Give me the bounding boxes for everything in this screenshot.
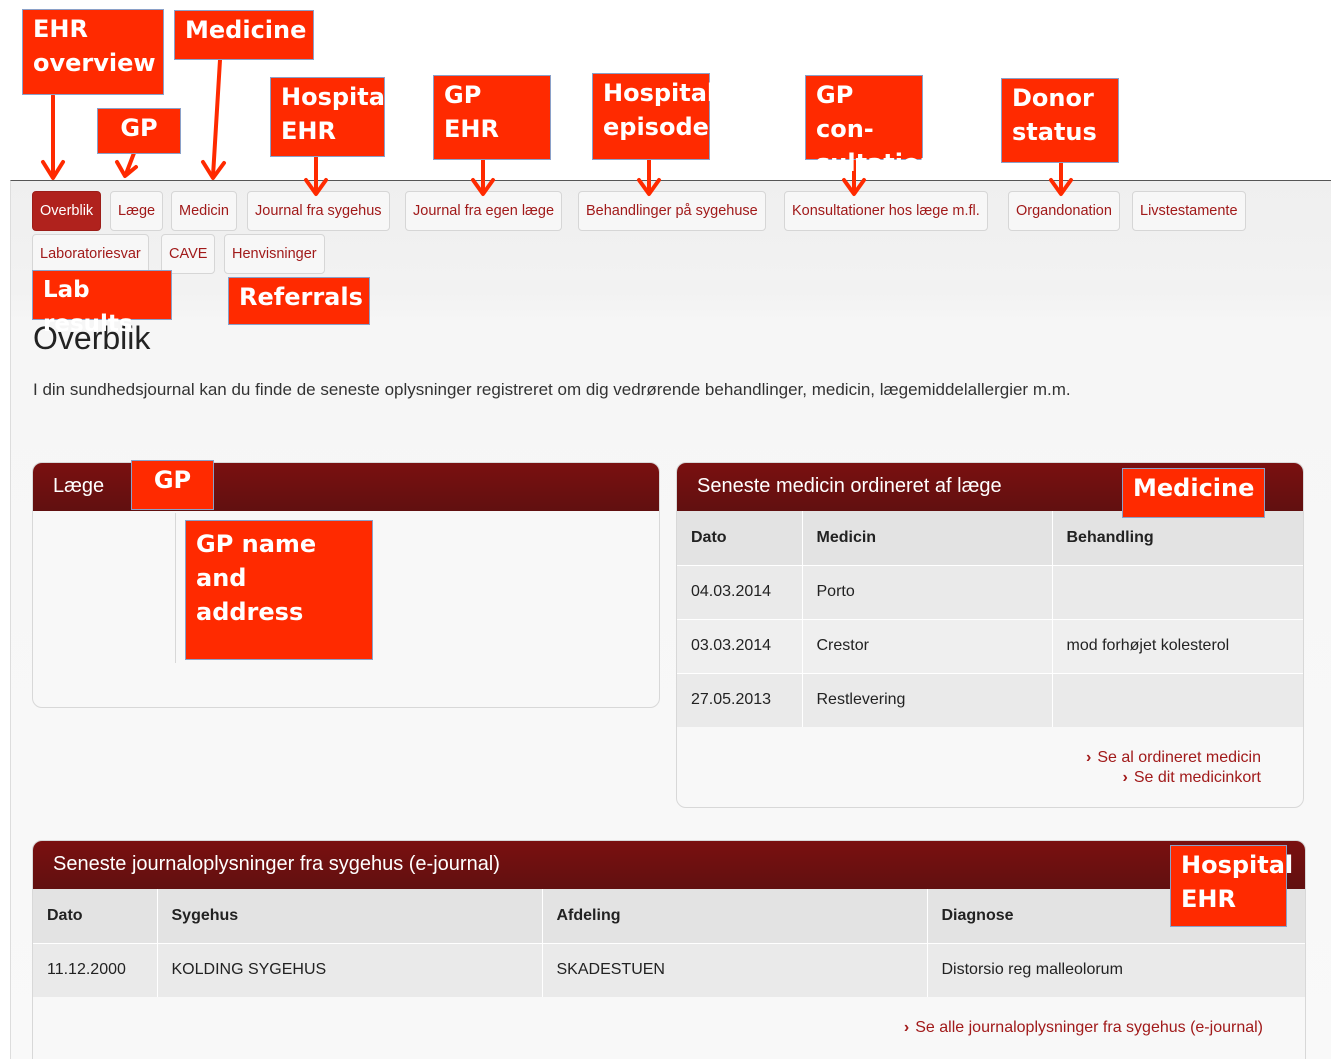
callout-hospital-episodes-tab: Hospital episodes [592, 73, 723, 160]
link-all-medicine-label: Se al ordineret medicin [1097, 749, 1261, 766]
hospital-cell-department: SKADESTUEN [541, 942, 927, 997]
medicine-cell-date: 04.03.2014 [677, 564, 802, 619]
gp-panel-divider [175, 513, 176, 663]
arrow-medicine [211, 58, 222, 178]
gp-panel-title: Læge [33, 463, 659, 511]
callout-gp-name-and-address: GP name and address [185, 520, 373, 660]
callout-medicine-panel: Medicine [1122, 468, 1265, 518]
medicine-cell-name: Restlevering [801, 672, 1052, 727]
hospital-panel-title: Seneste journaloplysninger fra sygehus (… [33, 841, 1305, 889]
table-row: 04.03.2014 Porto [677, 564, 1303, 619]
hospital-cell-hospital: KOLDING SYGEHUS [156, 942, 542, 997]
medicine-header-behandling: Behandling [1051, 511, 1303, 565]
hospital-header-afdeling: Afdeling [541, 889, 927, 943]
medicine-cell-name: Porto [801, 564, 1052, 619]
callout-donor-status-tab: Donor status [1001, 78, 1119, 163]
tab-henvisninger[interactable]: Henvisninger [224, 234, 325, 274]
medicine-header-dato: Dato [677, 511, 802, 565]
medicine-header-medicin: Medicin [801, 511, 1052, 565]
chevron-right-icon: › [1122, 769, 1128, 786]
medicine-cell-treatment [1051, 672, 1303, 727]
table-row: 27.05.2013 Restlevering [677, 672, 1303, 727]
callout-hospital-ehr-panel: Hospital EHR [1170, 845, 1293, 927]
callout-ehr-overview: EHR overview [22, 9, 164, 95]
medicine-table: Dato Medicin Behandling 04.03.2014 Porto… [677, 511, 1303, 727]
tab-cave[interactable]: CAVE [161, 234, 216, 274]
medicine-cell-name: Crestor [801, 618, 1052, 673]
chevron-right-icon: › [1086, 749, 1092, 766]
hospital-cell-diagnosis: Distorsio reg malleolorum [926, 942, 1305, 997]
callout-medicine-tab: Medicine [174, 10, 314, 60]
callout-gp-consultation-tab: GP con- sultation [805, 75, 937, 177]
table-row: 03.03.2014 Crestor mod forhøjet kolester… [677, 618, 1303, 673]
callout-referrals-tab: Referrals [228, 277, 370, 325]
link-medicine-card-label: Se dit medicinkort [1133, 769, 1261, 786]
link-medicine-card[interactable]: › Se dit medicinkort [1123, 769, 1262, 787]
hospital-table: Dato Sygehus Afdeling Diagnose 11.12.200… [33, 889, 1305, 997]
hospital-journal-panel: Seneste journaloplysninger fra sygehus (… [32, 840, 1306, 1059]
medicine-cell-date: 27.05.2013 [677, 672, 802, 727]
link-all-hospital-journal[interactable]: › Se alle journaloplysninger fra sygehus … [904, 1019, 1263, 1037]
hospital-cell-date: 11.12.2000 [33, 942, 157, 997]
link-all-medicine[interactable]: › Se al ordineret medicin [1086, 749, 1261, 767]
chevron-right-icon: › [903, 1019, 910, 1036]
medicine-cell-treatment: mod forhøjet kolesterol [1051, 618, 1303, 673]
callout-gp-panel: GP [131, 460, 214, 510]
callout-hospital-ehr-tab: Hospital EHR [270, 77, 393, 157]
hospital-header-dato: Dato [33, 889, 157, 943]
link-all-hospital-journal-label: Se alle journaloplysninger fra sygehus (… [915, 1019, 1263, 1036]
intro-text: I din sundhedsjournal kan du finde de se… [33, 380, 1071, 399]
medicine-cell-date: 03.03.2014 [677, 618, 802, 673]
callout-lab-results-tab: Lab results [32, 270, 172, 337]
hospital-header-sygehus: Sygehus [156, 889, 542, 943]
callout-gp-tab: GP [97, 108, 181, 154]
callout-gp-ehr-tab: GP EHR [433, 75, 551, 160]
medicine-cell-treatment [1051, 564, 1303, 619]
tab-laboratoriesvar[interactable]: Laboratoriesvar [32, 234, 149, 274]
table-row: 11.12.2000 KOLDING SYGEHUS SKADESTUEN Di… [33, 942, 1305, 997]
